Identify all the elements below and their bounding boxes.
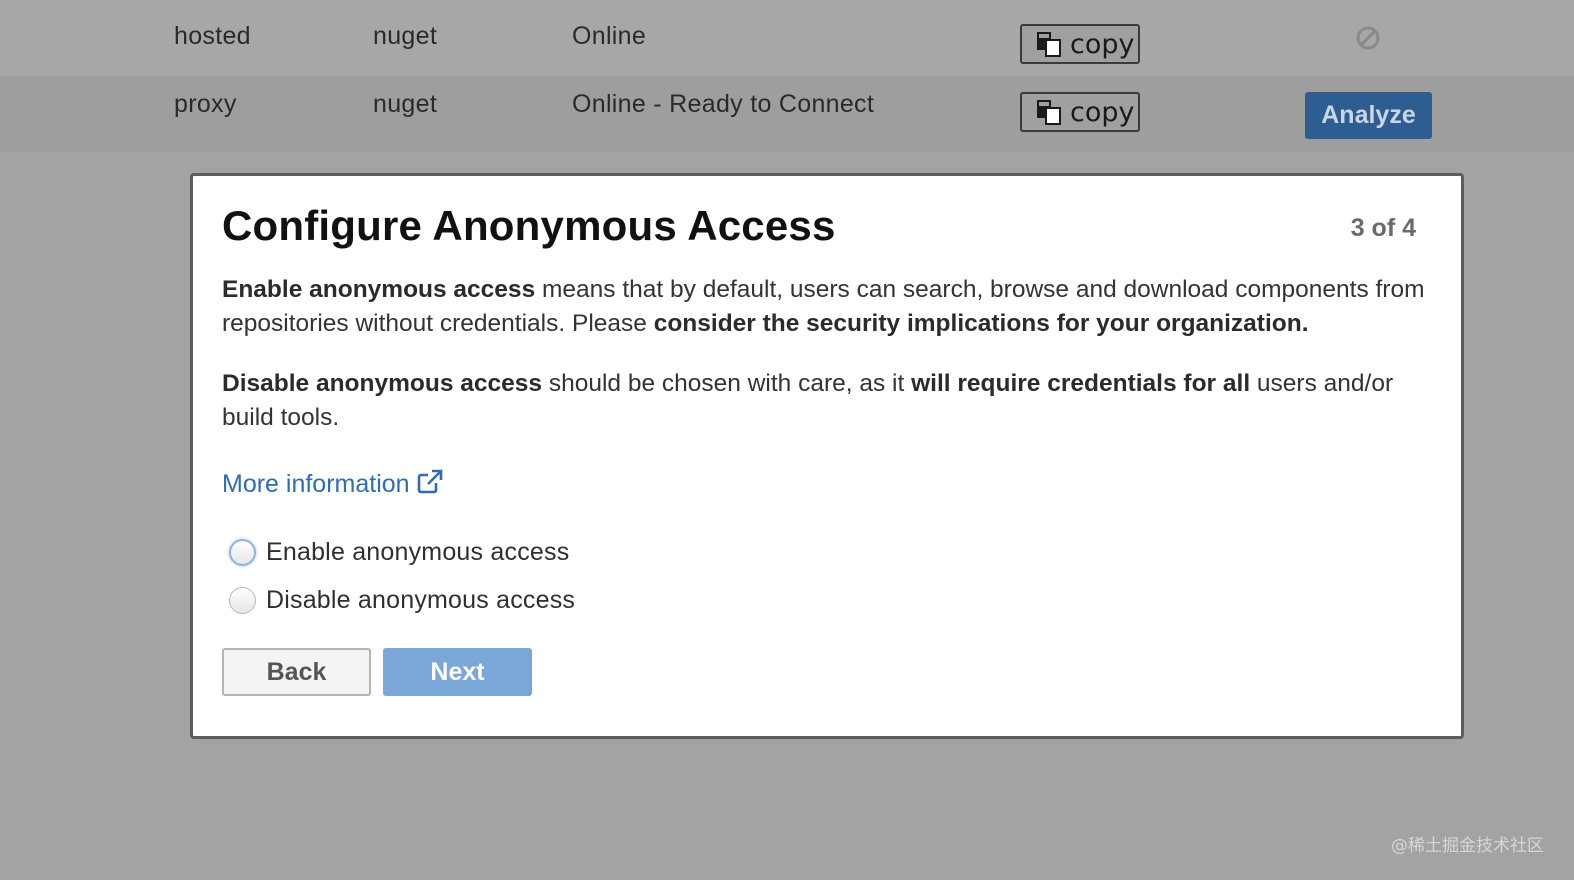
modal-title: Configure Anonymous Access [222,202,836,249]
repo-format-cell: nuget [373,90,438,118]
table-row: proxy nuget Online - Ready to Connect co… [0,76,1574,152]
repo-type-cell: proxy [174,90,237,118]
copy-label: copy [1070,96,1135,128]
enable-description: Enable anonymous access means that by de… [222,273,1432,341]
more-information-link[interactable]: More information [222,469,444,499]
configure-anonymous-access-modal: Configure Anonymous Access 3 of 4 Enable… [190,173,1464,739]
credentials-warning: will require credentials for all [911,370,1251,397]
security-warning: consider the security implications for y… [653,310,1309,337]
back-button[interactable]: Back [222,648,371,696]
copy-label: copy [1070,28,1135,60]
copy-icon [1037,100,1061,125]
disable-anonymous-option[interactable]: Disable anonymous access [229,586,575,615]
step-indicator: 3 of 4 [1350,214,1416,242]
enable-anonymous-label: Enable anonymous access [266,538,570,566]
copy-icon [1037,32,1061,57]
repo-format-cell: nuget [373,22,438,50]
repository-table: hosted nuget Online copy proxy nuget Onl… [0,0,1574,152]
table-row: hosted nuget Online copy [0,0,1574,76]
disable-term: Disable anonymous access [222,370,543,397]
repo-type-cell: hosted [174,22,251,50]
analyze-button[interactable]: Analyze [1305,92,1432,139]
next-button[interactable]: Next [383,648,532,696]
disable-text: should be chosen with care, as it [542,370,912,397]
disable-anonymous-label: Disable anonymous access [266,586,576,614]
repo-status-cell: Online [572,22,647,50]
watermark: @稀土掘金技术社区 [1391,836,1544,856]
copy-url-button[interactable]: copy [1020,92,1140,132]
repo-status-cell: Online - Ready to Connect [572,90,875,118]
enable-anonymous-option[interactable]: Enable anonymous access [229,538,569,567]
more-information-label: More information [222,470,410,498]
enable-term: Enable anonymous access [222,276,536,303]
ban-icon[interactable] [1355,25,1381,51]
external-link-icon [417,469,442,493]
disable-description: Disable anonymous access should be chose… [222,367,1432,435]
disable-anonymous-radio[interactable] [229,587,256,614]
enable-anonymous-radio[interactable] [229,539,256,566]
copy-url-button[interactable]: copy [1020,24,1140,64]
